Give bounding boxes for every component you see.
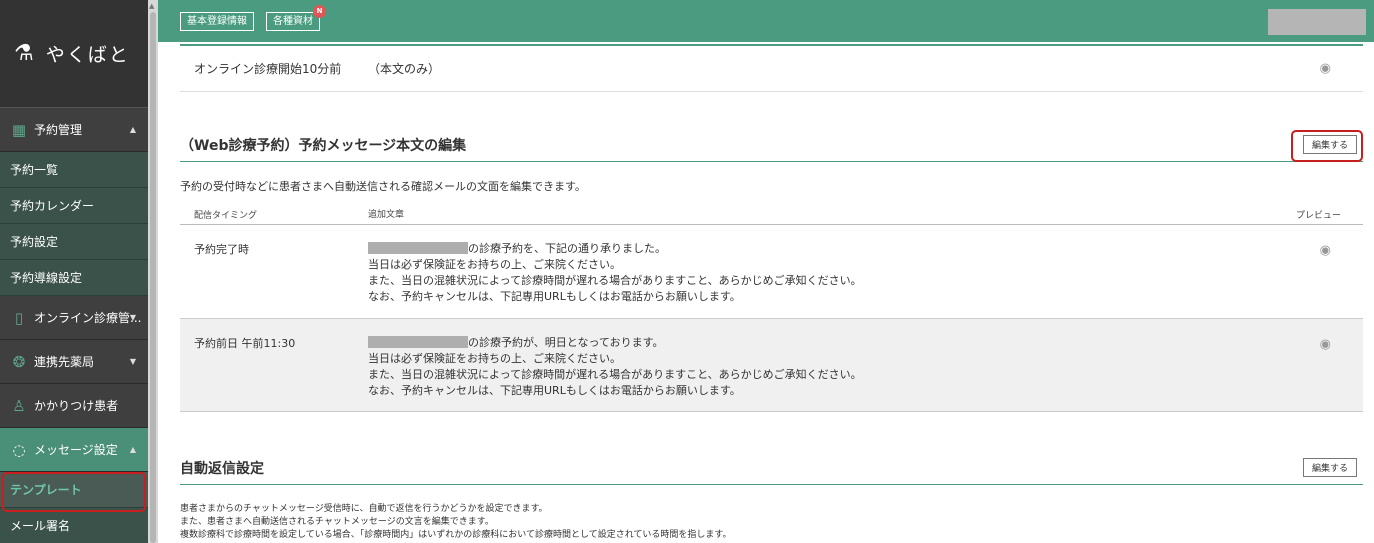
materials-button[interactable]: 各種資材 N (266, 5, 326, 31)
table-row: 予約完了時 の診療予約を、下記の通り承りました。 当日は必ず保険証をお持ちの上、… (180, 225, 1363, 319)
table-row: オンライン診療開始10分前 （本文のみ） ◉ (180, 46, 1363, 92)
masked-name (368, 242, 468, 254)
sidebar-scrollbar-thumb[interactable] (150, 12, 156, 543)
materials-label: 各種資材 (273, 16, 313, 27)
sidebar-item-reservation-management[interactable]: ▦ 予約管理 ▲ (0, 108, 148, 152)
table-header: 配信タイミング 追加文章 プレビュー (180, 205, 1363, 225)
row-text: （本文のみ） (368, 61, 441, 76)
eye-icon[interactable]: ◉ (1320, 243, 1331, 258)
masked-name (368, 336, 468, 348)
highlight-template (2, 472, 146, 512)
sidebar-item-reservation-calendar[interactable]: 予約カレンダー (0, 188, 148, 224)
text-line: の診療予約が、明日となっております。 (468, 336, 664, 349)
row-timing: オンライン診療開始10分前 (194, 62, 342, 76)
chat-icon: ◌ (12, 440, 26, 459)
sidebar-item-online-consultation[interactable]: ▯ オンライン診療管... ▼ (0, 296, 148, 340)
sidebar-item-label: メール署名 (10, 519, 71, 533)
scroll-up-icon[interactable]: ▲ (149, 2, 154, 10)
section-description: 予約の受付時などに患者さまへ自動送信される確認メールの文面を編集できます。 (180, 180, 586, 193)
column-header-text: 追加文章 (368, 209, 405, 220)
basic-info-button[interactable]: 基本登録情報 (180, 12, 254, 31)
new-badge: N (313, 5, 326, 18)
highlight-edit-button (1291, 130, 1363, 162)
sidebar-item-label: 予約一覧 (10, 163, 59, 177)
logo-text: やくばと (45, 44, 130, 66)
sidebar-item-label: 予約管理 (34, 123, 83, 137)
sidebar-item-regular-patients[interactable]: ♙ かかりつけ患者 (0, 384, 148, 428)
auto-reply-section-header: 自動返信設定 編集する (180, 451, 1363, 485)
flask-logo-icon: ⚗ (14, 41, 36, 66)
edit-button[interactable]: 編集する (1302, 458, 1357, 477)
text-line: また、患者さまへ自動送信されるチャットメッセージの文言を編集できます。 (180, 517, 494, 527)
auto-reply-description: 患者さまからのチャットメッセージ受信時に、自動で返信を行うかどうかを設定できます… (180, 503, 732, 542)
section-title: 自動返信設定 (180, 460, 264, 477)
eye-icon[interactable]: ◉ (1320, 337, 1331, 352)
text-line: また、当日の混雑状況によって診療時間が遅れる場合がありますこと、あらかじめご承知… (368, 368, 862, 381)
chevron-down-icon: ▼ (129, 313, 136, 322)
sidebar-item-reservation-settings[interactable]: 予約設定 (0, 224, 148, 260)
table-row: 予約前日 午前11:30 の診療予約が、明日となっております。 当日は必ず保険証… (180, 319, 1363, 412)
sidebar-item-label: 予約カレンダー (10, 199, 95, 213)
text-line: 患者さまからのチャットメッセージ受信時に、自動で返信を行うかどうかを設定できます… (180, 504, 548, 514)
sidebar-item-label: 連携先薬局 (34, 355, 95, 369)
chevron-down-icon: ▼ (129, 357, 136, 366)
text-line: 当日は必ず保険証をお持ちの上、ご来院ください。 (368, 258, 621, 271)
sidebar-item-message-settings[interactable]: ◌ メッセージ設定 ▲ (0, 428, 148, 472)
sidebar-item-label: かかりつけ患者 (34, 399, 119, 413)
sidebar: ⚗ やくばと ▦ 予約管理 ▲ 予約一覧 予約カレンダー 予約設定 予約導線設定… (0, 0, 148, 543)
text-line: の診療予約を、下記の通り承りました。 (468, 242, 666, 255)
column-header-preview: プレビュー (1295, 211, 1341, 221)
sidebar-item-reservation-flow-settings[interactable]: 予約導線設定 (0, 260, 148, 296)
eye-icon[interactable]: ◉ (1320, 61, 1331, 76)
row-timing: 予約完了時 (194, 243, 249, 256)
text-line: 複数診療科で診療時間を設定している場合、「診療時間内」はいずれかの診療科において… (180, 530, 732, 540)
sidebar-item-label: 予約導線設定 (10, 271, 83, 285)
sidebar-item-label: メッセージ設定 (34, 443, 118, 457)
text-line: なお、予約キャンセルは、下記専用URLもしくはお電話からお願いします。 (368, 290, 741, 303)
row-timing: 予約前日 午前11:30 (194, 337, 296, 350)
row-text: の診療予約を、下記の通り承りました。 当日は必ず保険証をお持ちの上、ご来院くださ… (368, 241, 1363, 318)
smartphone-icon: ▯ (14, 308, 24, 327)
text-line: 当日は必ず保険証をお持ちの上、ご来院ください。 (368, 352, 621, 365)
person-icon: ♙ (12, 396, 26, 415)
sidebar-item-reservation-list[interactable]: 予約一覧 (0, 152, 148, 188)
web-section-header: （Web診療予約）予約メッセージ本文の編集 編集する (180, 128, 1363, 162)
chevron-up-icon: ▲ (129, 445, 136, 454)
app-logo[interactable]: ⚗ やくばと (0, 0, 148, 108)
sidebar-item-label: 予約設定 (10, 235, 59, 249)
sidebar-item-partner-pharmacy[interactable]: ❂ 連携先薬局 ▼ (0, 340, 148, 384)
pharmacy-icon: ❂ (12, 352, 26, 371)
chevron-up-icon: ▲ (129, 125, 136, 134)
sidebar-item-mail-signature[interactable]: メール署名 (0, 508, 148, 543)
section-title: （Web診療予約）予約メッセージ本文の編集 (180, 137, 467, 154)
column-header-timing: 配信タイミング (194, 211, 258, 221)
row-text: の診療予約が、明日となっております。 当日は必ず保険証をお持ちの上、ご来院くださ… (368, 335, 1363, 411)
user-menu[interactable] (1268, 9, 1366, 35)
top-bar: 基本登録情報 各種資材 N (158, 0, 1374, 42)
calendar-icon: ▦ (11, 120, 27, 139)
online-row-container: オンライン診療開始10分前 （本文のみ） ◉ (180, 46, 1363, 92)
text-line: また、当日の混雑状況によって診療時間が遅れる場合がありますこと、あらかじめご承知… (368, 274, 862, 287)
text-line: なお、予約キャンセルは、下記専用URLもしくはお電話からお願いします。 (368, 384, 741, 397)
sidebar-item-label: オンライン診療管... (34, 311, 142, 325)
